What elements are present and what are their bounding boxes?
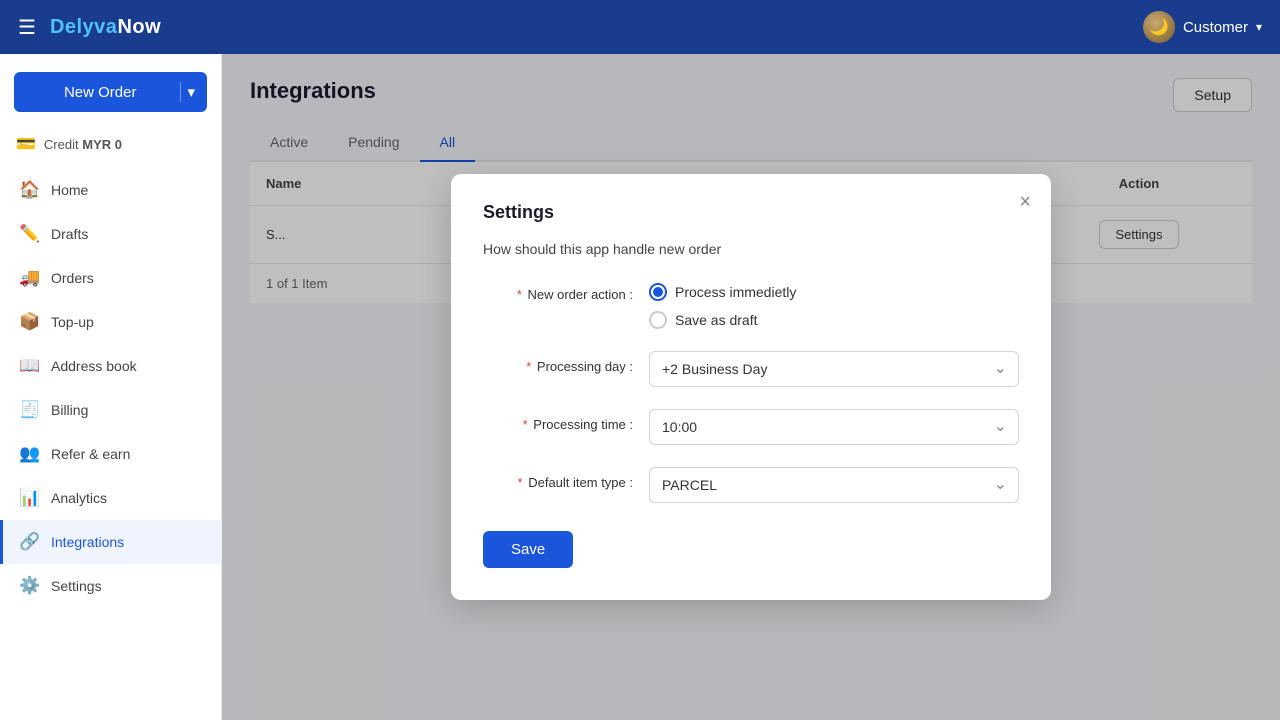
required-marker: *: [517, 287, 522, 302]
processing-day-row: * Processing day : +2 Business Day +1 Bu…: [483, 351, 1019, 387]
sidebar-item-analytics[interactable]: 📊 Analytics: [0, 476, 221, 520]
sidebar-item-drafts-label: Drafts: [51, 226, 88, 242]
radio-save-as-draft[interactable]: Save as draft: [649, 311, 1019, 329]
settings-modal: Settings × How should this app handle ne…: [451, 174, 1051, 600]
radio-draft-label: Save as draft: [675, 312, 758, 328]
main-content: Integrations Setup Active Pending All Na…: [222, 54, 1280, 720]
sidebar-item-address-book-label: Address book: [51, 358, 137, 374]
radio-circle-draft: [649, 311, 667, 329]
sidebar-item-home-label: Home: [51, 182, 88, 198]
new-order-action-row: * New order action : Process immedietly: [483, 279, 1019, 329]
topup-icon: 📦: [19, 312, 39, 332]
modal-title: Settings: [483, 202, 1019, 223]
radio-circle-process: [649, 283, 667, 301]
sidebar-item-address-book[interactable]: 📖 Address book: [0, 344, 221, 388]
topnav-right: 🌙 Customer ▾: [1143, 11, 1262, 43]
analytics-icon: 📊: [19, 488, 39, 508]
sidebar-item-refer-earn-label: Refer & earn: [51, 446, 130, 462]
sidebar-item-analytics-label: Analytics: [51, 490, 107, 506]
processing-time-field: 10:00 09:00 11:00 12:00: [649, 409, 1019, 445]
new-order-label: New Order: [26, 84, 174, 101]
sidebar-item-home[interactable]: 🏠 Home: [0, 168, 221, 212]
sidebar-item-integrations-label: Integrations: [51, 534, 124, 550]
processing-day-field: +2 Business Day +1 Business Day Same Day: [649, 351, 1019, 387]
sidebar-item-refer-earn[interactable]: 👥 Refer & earn: [0, 432, 221, 476]
processing-day-select-wrapper: +2 Business Day +1 Business Day Same Day: [649, 351, 1019, 387]
save-button[interactable]: Save: [483, 531, 573, 568]
topnav: ☰ DelyvaNow 🌙 Customer ▾: [0, 0, 1280, 54]
processing-time-select-wrapper: 10:00 09:00 11:00 12:00: [649, 409, 1019, 445]
sidebar-item-settings-label: Settings: [51, 578, 102, 594]
topnav-left: ☰ DelyvaNow: [18, 15, 161, 40]
processing-time-select[interactable]: 10:00 09:00 11:00 12:00: [649, 409, 1019, 445]
refer-earn-icon: 👥: [19, 444, 39, 464]
button-divider: [180, 82, 181, 102]
new-order-chevron-icon: ▾: [187, 83, 195, 101]
new-order-action-field: Process immedietly Save as draft: [649, 279, 1019, 329]
processing-time-label: * Processing time :: [483, 409, 633, 432]
default-item-type-label: * Default item type :: [483, 467, 633, 490]
sidebar-item-topup[interactable]: 📦 Top-up: [0, 300, 221, 344]
default-item-type-select-wrapper: PARCEL DOCUMENT FOOD: [649, 467, 1019, 503]
default-item-type-row: * Default item type : PARCEL DOCUMENT FO…: [483, 467, 1019, 503]
chevron-down-icon[interactable]: ▾: [1256, 20, 1262, 34]
default-item-type-select[interactable]: PARCEL DOCUMENT FOOD: [649, 467, 1019, 503]
layout: New Order ▾ 💳 Credit MYR 0 🏠 Home ✏️ Dra…: [0, 54, 1280, 720]
sidebar-item-integrations[interactable]: 🔗 Integrations: [0, 520, 221, 564]
sidebar-item-billing-label: Billing: [51, 402, 88, 418]
customer-name: Customer: [1183, 19, 1248, 36]
drafts-icon: ✏️: [19, 224, 39, 244]
hamburger-icon[interactable]: ☰: [18, 15, 36, 40]
home-icon: 🏠: [19, 180, 39, 200]
radio-inner-process: [653, 287, 663, 297]
modal-overlay: Settings × How should this app handle ne…: [222, 54, 1280, 720]
sidebar-item-settings[interactable]: ⚙️ Settings: [0, 564, 221, 608]
radio-process-immediately[interactable]: Process immedietly: [649, 283, 1019, 301]
sidebar-item-topup-label: Top-up: [51, 314, 94, 330]
sidebar-item-orders-label: Orders: [51, 270, 94, 286]
sidebar-item-billing[interactable]: 🧾 Billing: [0, 388, 221, 432]
default-item-type-field: PARCEL DOCUMENT FOOD: [649, 467, 1019, 503]
settings-icon: ⚙️: [19, 576, 39, 596]
logo: DelyvaNow: [50, 16, 161, 39]
processing-day-label: * Processing day :: [483, 351, 633, 374]
sidebar: New Order ▾ 💳 Credit MYR 0 🏠 Home ✏️ Dra…: [0, 54, 222, 720]
modal-close-button[interactable]: ×: [1019, 192, 1031, 212]
orders-icon: 🚚: [19, 268, 39, 288]
processing-day-select[interactable]: +2 Business Day +1 Business Day Same Day: [649, 351, 1019, 387]
avatar: 🌙: [1143, 11, 1175, 43]
address-book-icon: 📖: [19, 356, 39, 376]
processing-time-row: * Processing time : 10:00 09:00 11:00 12…: [483, 409, 1019, 445]
credit-label: Credit MYR 0: [44, 137, 122, 152]
sidebar-item-drafts[interactable]: ✏️ Drafts: [0, 212, 221, 256]
billing-icon: 🧾: [19, 400, 39, 420]
modal-description: How should this app handle new order: [483, 241, 1019, 257]
credit-row: 💳 Credit MYR 0: [0, 128, 221, 168]
new-order-button[interactable]: New Order ▾: [14, 72, 207, 112]
radio-group: Process immedietly Save as draft: [649, 279, 1019, 329]
integrations-icon: 🔗: [19, 532, 39, 552]
radio-process-label: Process immedietly: [675, 284, 796, 300]
credit-icon: 💳: [16, 134, 36, 154]
new-order-action-label: * New order action :: [483, 279, 633, 302]
credit-amount: MYR 0: [82, 137, 122, 152]
sidebar-item-orders[interactable]: 🚚 Orders: [0, 256, 221, 300]
